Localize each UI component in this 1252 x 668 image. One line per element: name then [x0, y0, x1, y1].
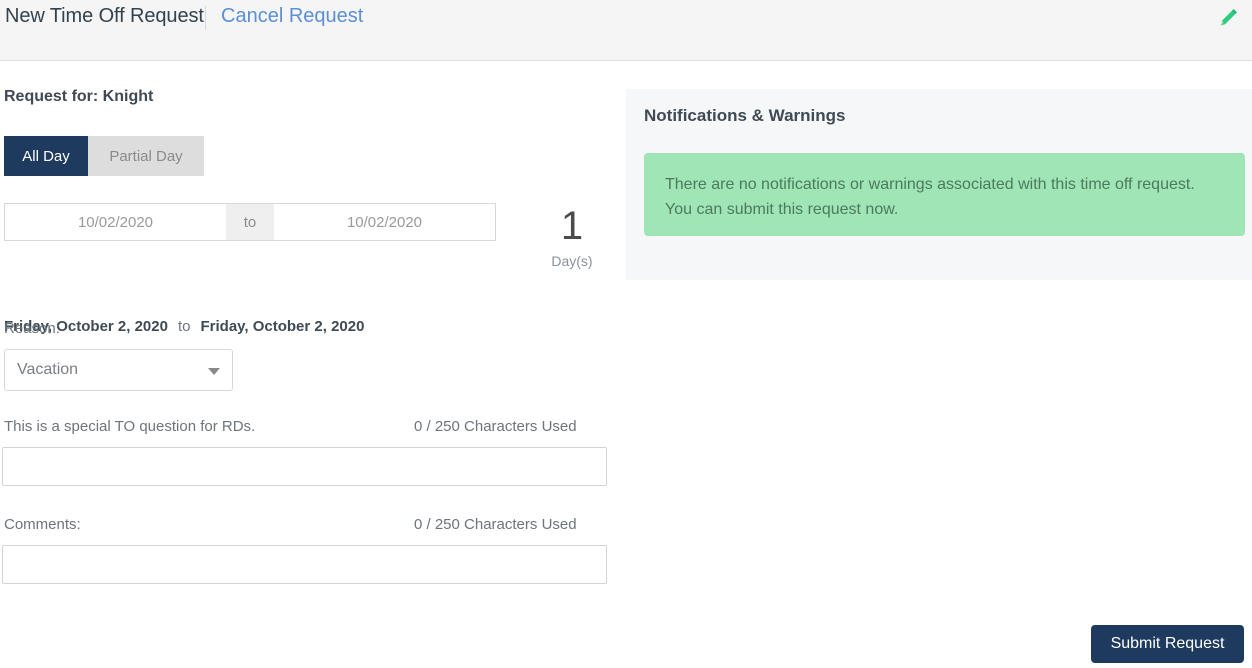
all-day-toggle-button[interactable]: All Day	[4, 136, 88, 176]
days-count-label: Day(s)	[551, 253, 593, 269]
comments-label: Comments:	[4, 516, 81, 533]
notification-alert-text: There are no notifications or warnings a…	[665, 176, 1195, 218]
comments-character-counter: 0 / 250 Characters Used	[414, 516, 577, 533]
special-question-label: This is a special TO question for RDs.	[4, 418, 256, 435]
request-for-label: Request for: Knight	[4, 88, 154, 105]
notifications-title: Notifications & Warnings	[644, 106, 846, 125]
chevron-down-icon	[208, 368, 220, 375]
days-count-value: 1	[560, 204, 584, 248]
pencil-icon[interactable]	[1216, 6, 1240, 30]
page-title: New Time Off Request	[5, 5, 204, 27]
end-date-input[interactable]	[274, 203, 496, 241]
special-question-character-counter: 0 / 250 Characters Used	[414, 418, 577, 435]
end-date-readable: Friday, October 2, 2020	[200, 318, 365, 335]
header-divider	[205, 6, 206, 30]
comments-input[interactable]	[2, 545, 607, 584]
app-header: New Time Off Request Cancel Request	[0, 0, 1252, 61]
days-count: 1 Day(s)	[540, 201, 604, 269]
reason-label: Reason:	[4, 320, 60, 337]
reason-select-value: Vacation	[17, 361, 79, 378]
reason-select[interactable]: Vacation	[4, 349, 233, 391]
day-type-toggle-group[interactable]: All Day Partial Day	[4, 136, 204, 176]
special-question-input[interactable]	[2, 447, 607, 486]
date-range-separator: to	[226, 203, 274, 241]
start-date-input[interactable]	[4, 203, 226, 241]
request-form-pane: Request for: Knight All Day Partial Day …	[0, 61, 626, 668]
submit-request-button[interactable]: Submit Request	[1091, 625, 1244, 663]
cancel-request-link[interactable]: Cancel Request	[221, 5, 363, 28]
partial-day-toggle-button[interactable]: Partial Day	[88, 136, 204, 176]
date-range-row: to	[4, 203, 496, 241]
notifications-panel: Notifications & Warnings There are no no…	[626, 89, 1252, 280]
date-readable-separator: to	[177, 318, 191, 335]
notification-alert: There are no notifications or warnings a…	[644, 153, 1245, 236]
